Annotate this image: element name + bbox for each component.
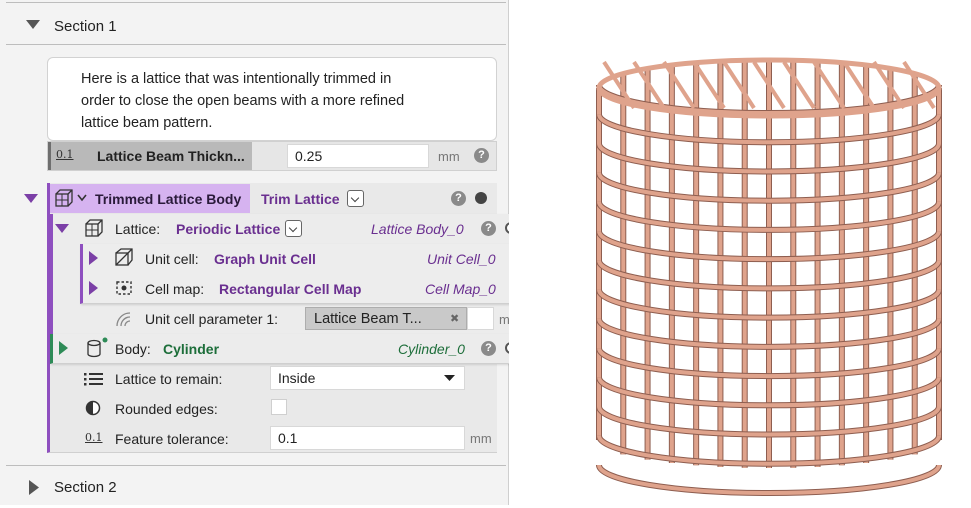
unit-cell-ref: Unit Cell_0	[427, 251, 496, 267]
decimal-icon: 0.1	[85, 431, 103, 444]
help-icon[interactable]: ?	[481, 341, 496, 356]
cell-map-ref: Cell Map_0	[425, 281, 496, 297]
expand-triangle-icon[interactable]	[29, 480, 39, 495]
decimal-icon: 0.1	[56, 148, 74, 161]
properties-panel: Section 1 Here is a lattice that was int…	[0, 0, 557, 506]
lattice-to-remain-value: Inside	[278, 370, 316, 386]
section-divider	[6, 44, 506, 45]
lattice-ref: Lattice Body_0	[371, 221, 464, 237]
feature-tolerance-unit: mm	[470, 431, 492, 446]
lattice-value[interactable]: Periodic Lattice	[176, 221, 280, 237]
3d-viewport[interactable]	[509, 0, 971, 505]
collapse-triangle-icon[interactable]	[26, 20, 40, 30]
collapsed-triangle-icon[interactable]	[59, 341, 68, 355]
list-icon	[84, 373, 103, 386]
lattice-label: Lattice:	[115, 221, 161, 237]
dropdown-arrow-icon[interactable]	[444, 375, 455, 382]
unit-cell-icon	[115, 248, 133, 266]
cylinder-icon	[87, 337, 108, 358]
lattice-cube-icon	[85, 219, 103, 237]
lattice-to-remain-select[interactable]: Inside	[270, 366, 465, 390]
collapsed-triangle-icon[interactable]	[89, 251, 98, 265]
trimmed-lattice-render	[596, 57, 942, 496]
parameter-arc-icon	[116, 312, 131, 327]
beam-thickness-unit: mm	[438, 149, 460, 164]
rounded-edges-checkbox[interactable]	[271, 399, 287, 415]
cell-map-label: Cell map:	[145, 281, 205, 297]
beam-thickness-input[interactable]: 0.25	[287, 144, 429, 168]
section-divider	[6, 465, 506, 466]
chevron-down-icon[interactable]	[77, 194, 87, 202]
lattice-dropdown-button[interactable]	[285, 220, 302, 237]
help-icon[interactable]: ?	[451, 191, 466, 206]
unit-cell-param-label: Unit cell parameter 1:	[145, 311, 279, 327]
status-dot-filled	[475, 192, 487, 204]
body-ref: Cylinder_0	[398, 341, 465, 357]
unit-cell-label: Unit cell:	[145, 251, 199, 267]
feature-tolerance-label: Feature tolerance:	[115, 431, 229, 447]
operation-dropdown-button[interactable]	[347, 190, 364, 207]
section-2-header[interactable]: Section 2	[0, 470, 508, 506]
unit-cell-value[interactable]: Graph Unit Cell	[214, 251, 316, 267]
section-2-label: Section 2	[54, 479, 117, 496]
note-text: Here is a lattice that was intentionally…	[81, 71, 405, 131]
cell-map-icon	[116, 281, 132, 295]
unit-cell-param-link-chip[interactable]: Lattice Beam T... ✖	[305, 307, 467, 330]
half-circle-icon	[85, 400, 101, 416]
rounded-edges-label: Rounded edges:	[115, 401, 218, 417]
trimmed-lattice-body-chip[interactable]: Trimmed Lattice Body	[50, 184, 250, 213]
beam-thickness-name-chip[interactable]: 0.1 Lattice Beam Thickn...	[48, 142, 252, 170]
cell-map-value[interactable]: Rectangular Cell Map	[219, 281, 361, 297]
trimmed-lattice-body-label: Trimmed Lattice Body	[95, 191, 242, 207]
help-icon[interactable]: ?	[474, 148, 489, 163]
unit-cell-param-field	[467, 307, 494, 330]
body-value[interactable]: Cylinder	[163, 341, 219, 357]
lattice-to-remain-label: Lattice to remain:	[115, 371, 223, 387]
unit-cell-param-value: Lattice Beam T...	[314, 311, 422, 327]
expand-triangle-icon[interactable]	[55, 224, 69, 234]
expand-triangle-icon[interactable]	[24, 194, 38, 204]
clear-link-icon[interactable]: ✖	[450, 312, 459, 325]
note-box: Here is a lattice that was intentionally…	[47, 57, 497, 141]
feature-tolerance-input[interactable]: 0.1	[270, 426, 465, 450]
beam-thickness-row: 0.1 Lattice Beam Thickn... 0.25 mm ?	[47, 141, 497, 171]
lattice-cube-icon	[55, 189, 73, 207]
operation-label: Trim Lattice	[261, 191, 340, 207]
body-label: Body:	[115, 341, 151, 357]
section-divider	[6, 2, 506, 3]
section-1-header[interactable]: Section 1	[0, 8, 508, 44]
collapsed-triangle-icon[interactable]	[89, 281, 98, 295]
beam-thickness-label: Lattice Beam Thickn...	[97, 148, 245, 164]
help-icon[interactable]: ?	[481, 221, 496, 236]
section-1-label: Section 1	[54, 18, 117, 35]
